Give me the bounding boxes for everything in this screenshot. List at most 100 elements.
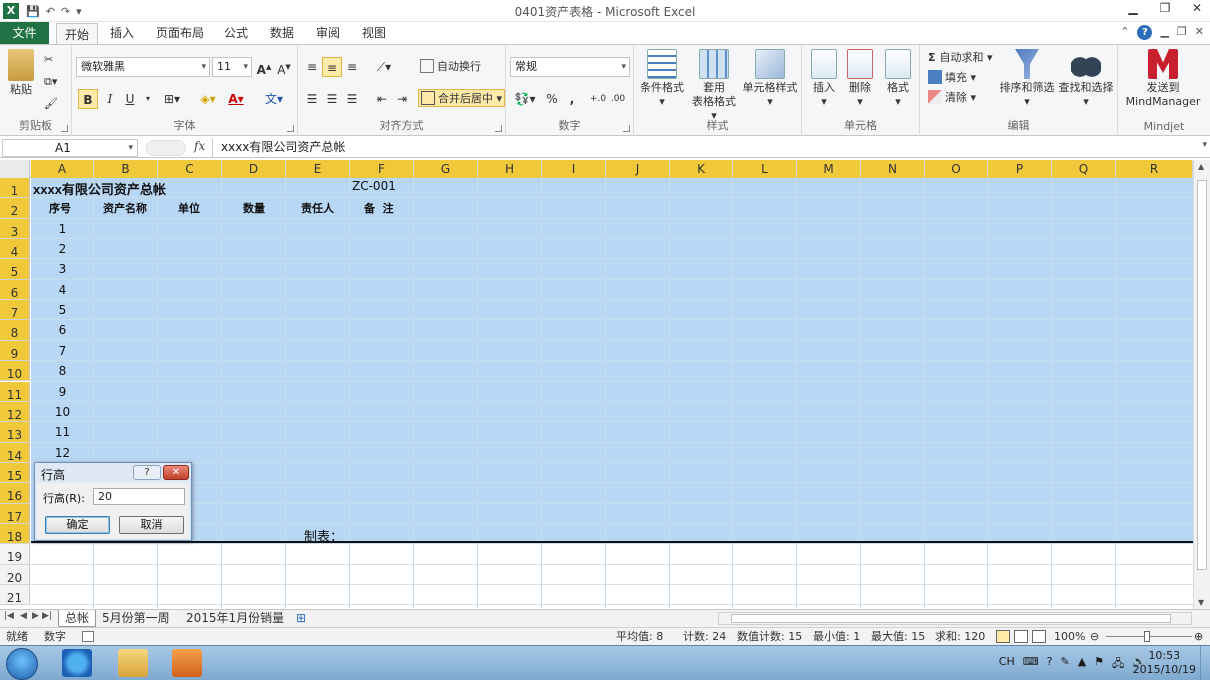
clock[interactable]: 10:53 2015/10/19: [1133, 649, 1196, 677]
dialog-close-button[interactable]: ✕: [163, 465, 189, 480]
row-header-21[interactable]: 21: [0, 585, 30, 606]
decrease-indent-icon[interactable]: ⇤: [372, 89, 392, 109]
macro-record-icon[interactable]: [82, 631, 94, 642]
first-sheet-icon[interactable]: |◀: [4, 611, 14, 621]
column-header-o[interactable]: O: [925, 160, 988, 178]
serial-cell[interactable]: 4: [31, 283, 94, 297]
align-bottom-icon[interactable]: ≡: [342, 57, 362, 77]
dialog-help-button[interactable]: ?: [133, 465, 161, 480]
tab-file[interactable]: 文件: [0, 22, 49, 44]
font-size-combo[interactable]: 11: [212, 57, 252, 77]
column-header-c[interactable]: C: [158, 160, 222, 178]
bold-button[interactable]: B: [78, 89, 98, 109]
flag-icon[interactable]: ⚑: [1094, 655, 1104, 674]
font-launcher-icon[interactable]: [287, 125, 294, 132]
expand-formula-icon[interactable]: ▾: [1202, 140, 1207, 150]
doc-restore-icon[interactable]: ❐: [1177, 25, 1187, 40]
orientation-icon[interactable]: ⟋▾: [372, 57, 396, 77]
sheet-tab-general-ledger[interactable]: 总帐: [58, 610, 97, 627]
tab-review[interactable]: 审阅: [308, 22, 348, 44]
column-header-p[interactable]: P: [988, 160, 1052, 178]
serial-cell[interactable]: 2: [31, 242, 94, 256]
column-header-a[interactable]: A: [31, 160, 94, 178]
row-header-3[interactable]: 3: [0, 218, 30, 240]
insert-function-icon[interactable]: fx: [194, 139, 205, 153]
page-break-view-icon[interactable]: [1032, 630, 1046, 643]
normal-view-icon[interactable]: [996, 630, 1010, 643]
serial-cell[interactable]: 6: [31, 323, 94, 337]
italic-button[interactable]: I: [100, 89, 120, 109]
row-header-14[interactable]: 14: [0, 442, 30, 463]
pen-icon[interactable]: ✎: [1060, 655, 1069, 674]
align-middle-icon[interactable]: ≡: [322, 57, 342, 77]
cell-f2[interactable]: 备 注: [364, 200, 394, 216]
row-header-9[interactable]: 9: [0, 340, 30, 362]
tab-insert[interactable]: 插入: [102, 22, 142, 44]
row-header-19[interactable]: 19: [0, 544, 30, 565]
column-header-q[interactable]: Q: [1052, 160, 1116, 178]
close-icon[interactable]: ✕: [1188, 1, 1206, 15]
underline-dropdown-icon[interactable]: ▾: [138, 89, 158, 109]
ie-icon[interactable]: [62, 649, 92, 677]
number-format-combo[interactable]: 常规: [510, 57, 630, 77]
serial-cell[interactable]: 1: [31, 222, 94, 236]
zoom-in-icon[interactable]: ⊕: [1194, 629, 1203, 644]
zoom-level[interactable]: 100%: [1054, 629, 1085, 644]
help-icon[interactable]: ?: [1137, 25, 1153, 40]
column-header-m[interactable]: M: [797, 160, 861, 178]
wrap-text-button[interactable]: 自动换行: [420, 58, 481, 76]
format-cells-button[interactable]: 格式 ▾: [880, 49, 916, 109]
send-to-mindmanager-button[interactable]: 发送到 MindManager: [1120, 49, 1206, 109]
row-header-2[interactable]: 2: [0, 198, 30, 219]
serial-cell[interactable]: 10: [31, 405, 94, 419]
zoom-out-icon[interactable]: ⊖: [1090, 629, 1099, 644]
insert-cells-button[interactable]: 插入 ▾: [806, 49, 842, 109]
worksheet-grid[interactable]: ABCDEFGHIJKLMNOPQR 1 2 3 4 5 6 7 8 9 10 11 12 13 14 15…: [0, 160, 1193, 609]
find-select-button[interactable]: 查找和选择 ▾: [1056, 49, 1116, 109]
doc-close-icon[interactable]: ✕: [1195, 25, 1204, 40]
vertical-scroll-thumb[interactable]: [1197, 180, 1207, 570]
row-header-15[interactable]: 15: [0, 462, 30, 484]
font-name-combo[interactable]: 微软雅黑: [76, 57, 210, 77]
row-header-8[interactable]: 8: [0, 320, 30, 341]
align-left-icon[interactable]: ☰: [302, 89, 322, 109]
sheet-tab-may-week1[interactable]: 5月份第一周: [96, 610, 176, 627]
cell-styles-button[interactable]: 单元格样式 ▾: [740, 49, 800, 109]
ok-button[interactable]: 确定: [45, 516, 110, 534]
tab-view[interactable]: 视图: [354, 22, 394, 44]
doc-minimize-icon[interactable]: ▁: [1160, 25, 1168, 40]
column-header-b[interactable]: B: [94, 160, 158, 178]
cut-icon[interactable]: ✂: [44, 51, 53, 69]
fill-button[interactable]: 填充 ▾: [928, 69, 976, 87]
row-header-7[interactable]: 7: [0, 300, 30, 321]
tab-formulas[interactable]: 公式: [216, 22, 256, 44]
column-header-g[interactable]: G: [414, 160, 478, 178]
copy-icon[interactable]: ⧉▾: [44, 73, 57, 91]
autosum-button[interactable]: Σ 自动求和 ▾: [928, 49, 993, 67]
network-icon[interactable]: 🖧: [1112, 655, 1124, 674]
last-sheet-icon[interactable]: ▶|: [42, 611, 52, 621]
number-launcher-icon[interactable]: [623, 125, 630, 132]
name-box[interactable]: A1: [2, 139, 138, 157]
paste-button[interactable]: 粘贴: [4, 49, 38, 97]
select-all-corner[interactable]: [0, 160, 30, 178]
cell-f1[interactable]: ZC-001: [352, 179, 396, 193]
restore-icon[interactable]: ❐: [1156, 1, 1174, 15]
serial-cell[interactable]: 11: [31, 425, 94, 439]
cell-b2[interactable]: 资产名称: [103, 200, 147, 216]
column-header-d[interactable]: D: [222, 160, 286, 178]
cancel-button[interactable]: 取消: [119, 516, 184, 534]
accounting-format-icon[interactable]: 💱▾: [512, 89, 538, 109]
row-header-20[interactable]: 20: [0, 564, 30, 585]
fill-color-icon[interactable]: ◈▾: [198, 89, 218, 109]
delete-cells-button[interactable]: 删除 ▾: [842, 49, 878, 109]
keyboard-icon[interactable]: ⌨: [1023, 655, 1039, 674]
minimize-icon[interactable]: ▁: [1124, 1, 1142, 15]
clear-button[interactable]: 清除 ▾: [928, 89, 976, 107]
row-height-input[interactable]: 20: [93, 488, 185, 505]
column-header-k[interactable]: K: [670, 160, 733, 178]
tab-page-layout[interactable]: 页面布局: [148, 22, 212, 44]
grow-font-icon[interactable]: A▲: [254, 57, 274, 77]
zoom-slider-thumb[interactable]: [1144, 631, 1150, 642]
row-header-18[interactable]: 18: [0, 523, 30, 545]
